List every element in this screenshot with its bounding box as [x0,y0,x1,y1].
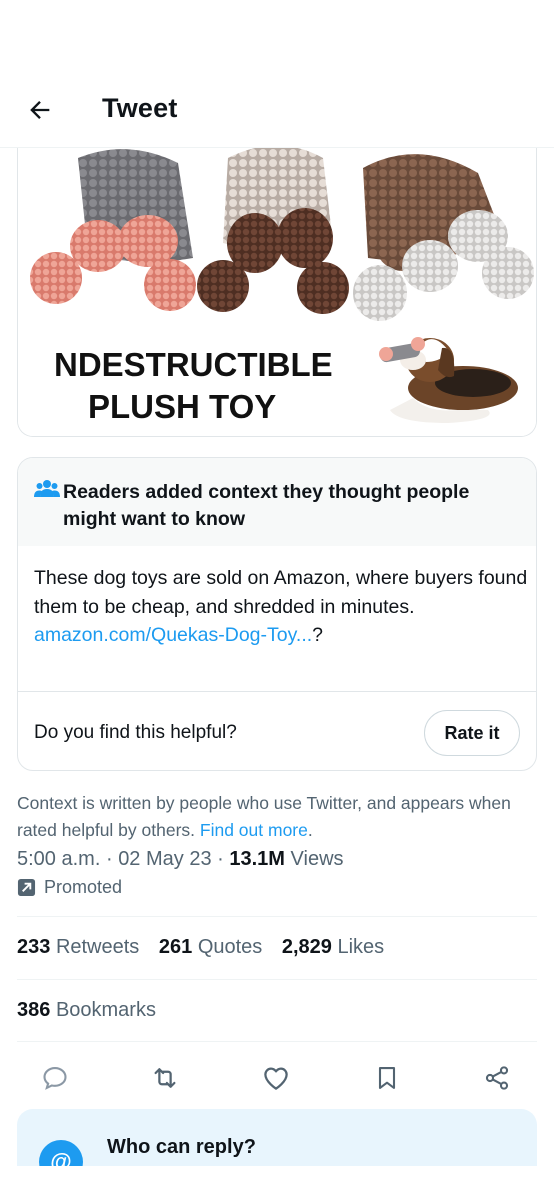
tweet-date[interactable]: 02 May 23 [118,848,211,870]
media-caption-line2: PLUSH TOY [88,388,276,425]
rate-it-button[interactable]: Rate it [424,710,520,756]
community-note-heading: Readers added context they thought peopl… [63,481,470,530]
media-caption-line1: NDESTRUCTIBLE [54,346,333,383]
media-image: NDESTRUCTIBLE PLUSH TOY [18,148,536,436]
retweet-icon [154,1068,176,1088]
context-disclaimer: Context is written by people who use Twi… [17,790,527,844]
bookmarks-stat[interactable]: 386 Bookmarks [17,999,156,1022]
divider [17,916,537,917]
bookmark-button[interactable] [367,1058,407,1098]
bookmark-icon [378,1067,396,1089]
retweets-count: 233 [17,936,51,958]
tweet-time[interactable]: 5:00 a.m. [17,848,100,870]
who-can-reply-title: Who can reply? [107,1136,256,1158]
find-out-more-link[interactable]: Find out more [200,820,308,840]
community-note-link-suffix: ? [312,624,324,646]
quotes-label: Quotes [197,936,263,958]
like-icon [264,1067,288,1090]
divider [18,691,536,692]
community-note-text: These dog toys are sold on Amazon, where… [34,567,528,618]
quotes-count: 261 [158,936,193,958]
community-note-body: These dog toys are sold on Amazon, where… [34,564,534,650]
community-note-source-link[interactable]: amazon.com/Quekas-Dog-Toy... [34,624,312,646]
promoted-label: Promoted [17,877,122,898]
helpful-question: Do you find this helpful? [34,722,237,743]
meta-separator: · [217,848,224,870]
bookmarks-label: Bookmarks [55,999,156,1021]
views-label: Views [290,848,344,870]
community-note-card: Readers added context they thought peopl… [17,457,537,771]
page-title: Tweet [102,93,178,123]
likes-count: 2,829 [281,936,332,958]
retweets-stat[interactable]: 233 Retweets [17,936,139,958]
tweet-media[interactable]: NDESTRUCTIBLE PLUSH TOY [17,148,537,437]
retweets-label: Retweets [55,936,140,958]
like-button[interactable] [256,1058,296,1098]
arrow-left-icon [30,101,50,119]
meta-separator: · [105,848,113,870]
reply-icon [43,1067,67,1090]
bookmarks-count: 386 [17,999,51,1021]
community-note-header: Readers added context they thought peopl… [18,458,536,546]
bottom-edge [0,1166,554,1200]
likes-stat[interactable]: 2,829 Likes [282,936,384,958]
divider [17,1041,537,1042]
retweet-button[interactable] [145,1058,185,1098]
likes-label: Likes [337,936,385,958]
tweet-meta: 5:00 a.m. · 02 May 23 · 13.1M Views [17,848,344,871]
top-bar: Tweet [0,0,554,148]
share-icon [485,1066,509,1090]
back-button[interactable] [22,92,58,128]
people-icon [34,480,60,497]
divider [17,979,537,980]
views-count: 13.1M [229,848,285,870]
promoted-text: Promoted [44,877,123,897]
promoted-icon [17,878,36,897]
share-button[interactable] [477,1058,517,1098]
tweet-action-bar [0,1058,554,1098]
reply-button[interactable] [35,1058,75,1098]
quotes-stat[interactable]: 261 Quotes [159,936,262,958]
engagement-stats: 233 Retweets 261 Quotes 2,829 Likes [17,936,398,959]
context-disclaimer-suffix: . [307,820,313,840]
